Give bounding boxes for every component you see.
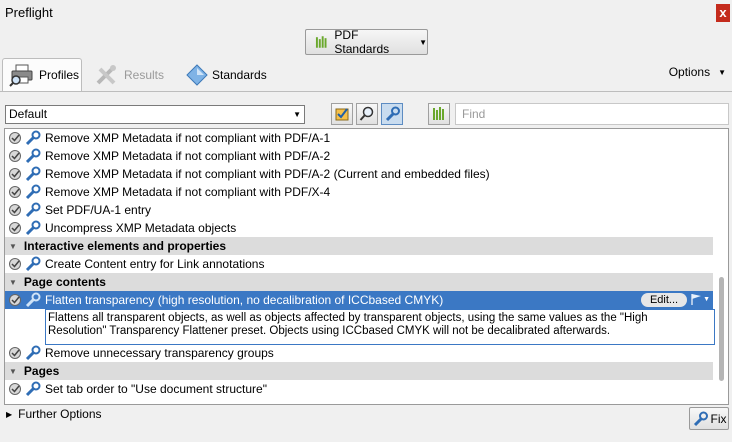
fixup-description: Flattens all transparent objects, as wel… (45, 309, 715, 345)
list-item-selected[interactable]: Flatten transparency (high resolution, n… (5, 291, 713, 309)
collapse-triangle-icon: ▼ (9, 241, 17, 251)
fixup-name: Create Content entry for Link annotation… (45, 257, 265, 271)
chevron-down-icon: ▼ (419, 37, 427, 47)
section-title: Interactive elements and properties (23, 239, 226, 253)
collapse-triangle-icon: ▼ (9, 366, 17, 376)
tab-standards[interactable]: Standards (186, 58, 267, 91)
pdf-standards-label: PDF Standards (334, 28, 390, 56)
check-icon (9, 294, 21, 306)
diamond-icon (186, 63, 208, 86)
profiles-toolbar: Default ▼ Find (0, 91, 732, 129)
window-title: Preflight (5, 5, 53, 20)
find-input[interactable]: Find (455, 103, 729, 125)
check-icon (9, 222, 21, 234)
list-item[interactable]: Remove XMP Metadata if not compliant wit… (5, 129, 713, 147)
section-title: Pages (23, 364, 60, 378)
flag-menu[interactable]: ▼ (690, 293, 710, 305)
options-label: Options (668, 65, 711, 79)
show-fixups-button[interactable] (381, 103, 403, 125)
chevron-down-icon: ▼ (293, 110, 301, 119)
options-menu[interactable]: Options ▼ (669, 65, 726, 79)
wrench-icon (693, 411, 708, 426)
fixup-name: Remove XMP Metadata if not compliant wit… (45, 131, 331, 145)
further-options-label: Further Options (18, 407, 102, 421)
wrench-icon (385, 106, 400, 122)
fixup-name: Remove unnecessary transparency groups (45, 346, 274, 360)
flag-icon (691, 294, 702, 305)
fixup-name: Remove XMP Metadata if not compliant wit… (45, 185, 331, 199)
section-header[interactable]: ▼ Interactive elements and properties (5, 237, 713, 255)
fixup-name: Remove XMP Metadata if not compliant wit… (45, 167, 490, 181)
list-item[interactable]: Remove XMP Metadata if not compliant wit… (5, 147, 713, 165)
fixup-name: Remove XMP Metadata if not compliant wit… (45, 149, 331, 163)
check-icon (9, 383, 21, 395)
profile-library-value: Default (9, 107, 48, 121)
section-title: Page contents (23, 275, 106, 289)
expand-triangle-icon: ▶ (6, 409, 13, 419)
tab-results[interactable]: Results (94, 58, 164, 91)
further-options-toggle[interactable]: ▶ Further Options (6, 407, 102, 421)
description-line: Resolution" Transparency Flattener prese… (48, 325, 611, 337)
tab-bar: Profiles Results Standards Options ▼ (0, 58, 732, 91)
fixup-name: Set PDF/UA-1 entry (45, 203, 152, 217)
check-icon (9, 168, 21, 180)
check-icon (9, 132, 21, 144)
chevron-down-icon: ▼ (718, 67, 726, 77)
tab-profiles-label: Profiles (39, 68, 80, 82)
close-button[interactable]: x (716, 4, 730, 22)
magnifier-icon (359, 106, 374, 121)
wrench-icon (25, 148, 41, 164)
check-icon (9, 258, 21, 270)
fixup-name: Flatten transparency (high resolution, n… (45, 293, 444, 307)
collapse-triangle-icon: ▼ (9, 277, 17, 287)
footer: ▶ Further Options Fix (0, 404, 732, 442)
show-standards-button[interactable] (428, 103, 450, 125)
tools-icon (96, 64, 116, 84)
section-header[interactable]: ▼ Pages (5, 362, 713, 380)
pdf-standards-dropdown[interactable]: PDF Standards ▼ (305, 28, 428, 56)
check-icon (9, 186, 21, 198)
tab-profiles[interactable]: Profiles (2, 58, 82, 91)
wrench-icon (25, 292, 41, 308)
fixup-list[interactable]: Remove XMP Metadata if not compliant wit… (4, 128, 729, 405)
check-icon (9, 347, 21, 359)
fix-label: Fix (710, 411, 727, 426)
list-item[interactable]: Create Content entry for Link annotation… (5, 255, 713, 273)
fix-button[interactable]: Fix (689, 407, 729, 430)
list-item[interactable]: Remove XMP Metadata if not compliant wit… (5, 183, 713, 201)
wrench-icon (25, 202, 41, 218)
wrench-icon (25, 166, 41, 182)
edit-button[interactable]: Edit... (641, 293, 687, 307)
list-item[interactable]: Set tab order to "Use document structure… (5, 380, 713, 398)
list-item[interactable]: Remove unnecessary transparency groups (5, 344, 713, 362)
show-checks-button[interactable] (356, 103, 378, 125)
check-icon (9, 150, 21, 162)
profile-library-select[interactable]: Default ▼ (5, 105, 305, 124)
wrench-icon (25, 220, 41, 236)
tab-standards-label: Standards (212, 67, 267, 82)
printer-magnifier-icon (9, 64, 33, 87)
bars-icon (315, 36, 327, 48)
bars-icon (433, 107, 444, 120)
list-scrollbar[interactable] (719, 277, 724, 381)
fixup-name: Uncompress XMP Metadata objects (45, 221, 237, 235)
list-item[interactable]: Set PDF/UA-1 entry (5, 201, 713, 219)
list-item[interactable]: Uncompress XMP Metadata objects (5, 219, 713, 237)
chevron-down-icon: ▼ (703, 295, 710, 303)
list-item[interactable]: Remove XMP Metadata if not compliant wit… (5, 165, 713, 183)
title-bar: Preflight x (0, 0, 732, 26)
tab-results-label: Results (124, 67, 165, 82)
section-header[interactable]: ▼ Page contents (5, 273, 713, 291)
show-profiles-button[interactable] (331, 103, 353, 125)
profiles-check-icon (335, 108, 349, 121)
check-icon (9, 204, 21, 216)
wrench-icon (25, 130, 41, 146)
wrench-icon (25, 256, 41, 272)
description-line: Flattens all transparent objects, as wel… (48, 312, 648, 324)
wrench-icon (25, 345, 41, 361)
wrench-icon (25, 184, 41, 200)
wrench-icon (25, 381, 41, 397)
fixup-name: Set tab order to "Use document structure… (45, 382, 267, 396)
